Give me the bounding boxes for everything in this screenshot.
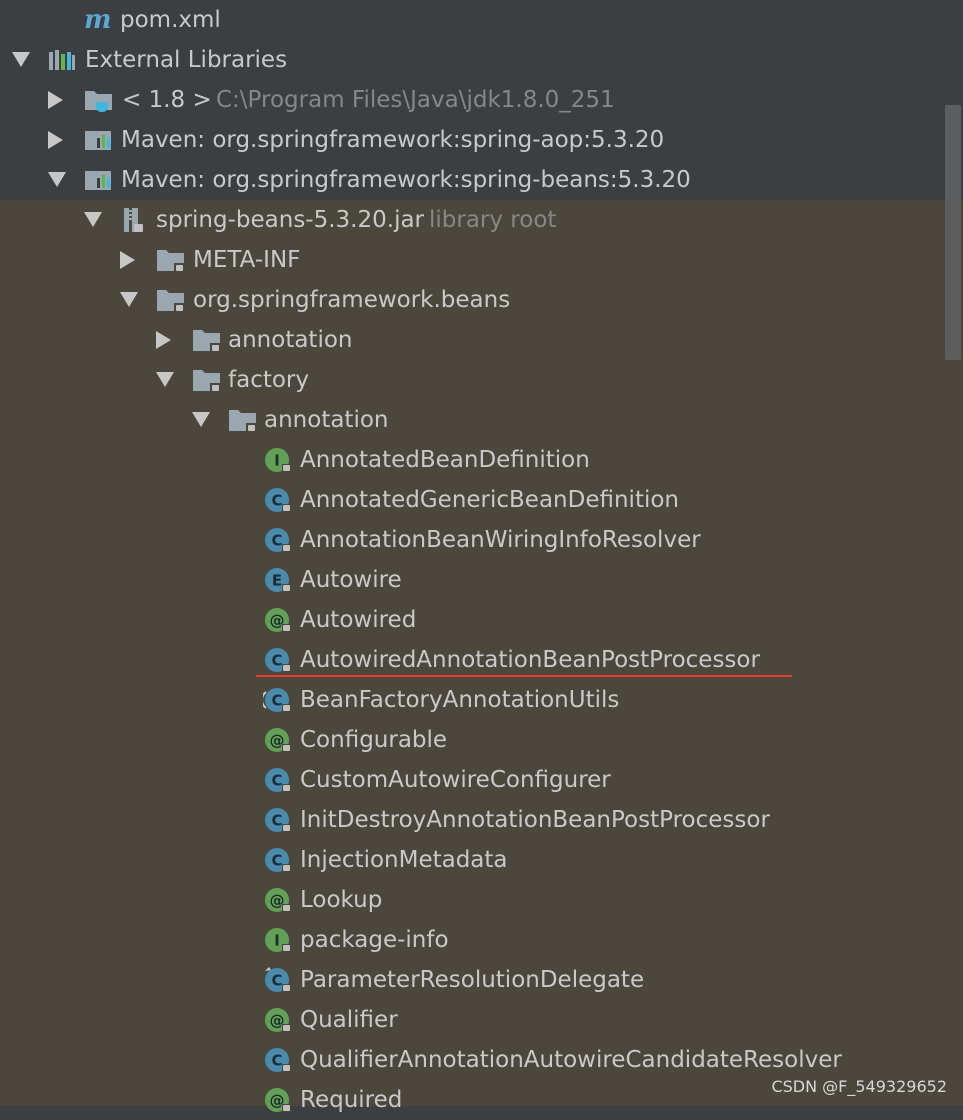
svg-text:C: C xyxy=(271,692,282,710)
svg-text:C: C xyxy=(271,972,282,990)
class-icon: C xyxy=(263,806,291,834)
final-class-icon: C xyxy=(263,966,291,994)
expand-toggle-icon[interactable] xyxy=(120,292,138,307)
tree-row-label: InitDestroyAnnotationBeanPostProcessor xyxy=(300,807,770,833)
expand-toggle-icon[interactable] xyxy=(48,91,63,109)
tree-row-label: AnnotatedGenericBeanDefinition xyxy=(300,487,680,513)
jar-archive-icon xyxy=(120,206,148,234)
libraries-icon xyxy=(48,46,76,74)
tree-row-label: package-info xyxy=(300,927,449,953)
tree-row-label: < 1.8 > xyxy=(122,87,212,113)
tree-row-label: annotation xyxy=(228,327,353,353)
expand-toggle-icon[interactable] xyxy=(156,331,171,349)
maven-library-icon xyxy=(84,166,112,194)
tree-row-label: External Libraries xyxy=(85,47,288,73)
vertical-scrollbar[interactable] xyxy=(945,105,961,360)
library-root-suffix: library root xyxy=(429,207,557,233)
annotation-icon: @ xyxy=(263,886,291,914)
tree-row-label: Lookup xyxy=(300,887,383,913)
tree-row-label: Autowire xyxy=(300,567,402,593)
annotation-icon: @ xyxy=(263,726,291,754)
annotation-icon: @ xyxy=(263,606,291,634)
expand-toggle-icon[interactable] xyxy=(156,372,174,387)
package-locked-icon xyxy=(156,286,184,314)
tree-row-label: AnnotationBeanWiringInfoResolver xyxy=(300,527,701,553)
tree-row-label: CustomAutowireConfigurer xyxy=(300,767,611,793)
svg-text:C: C xyxy=(271,772,282,790)
class-icon: C xyxy=(263,486,291,514)
tree-row-label: annotation xyxy=(264,407,389,433)
enum-icon: E xyxy=(263,566,291,594)
tree-row-label: pom.xml xyxy=(120,7,221,33)
interface-icon: I xyxy=(263,446,291,474)
tree-row-label: BeanFactoryAnnotationUtils xyxy=(300,687,620,713)
svg-text:C: C xyxy=(271,852,282,870)
package-locked-icon xyxy=(228,406,256,434)
tree-row-label: InjectionMetadata xyxy=(300,847,508,873)
tree-row-label: AnnotatedBeanDefinition xyxy=(300,447,590,473)
watermark-text: CSDN @F_549329652 xyxy=(771,1077,947,1096)
expand-toggle-icon[interactable] xyxy=(48,172,66,187)
tree-row-label: factory xyxy=(228,367,309,393)
annotation-icon: @ xyxy=(263,1006,291,1034)
expand-toggle-icon[interactable] xyxy=(84,212,102,227)
svg-text:E: E xyxy=(272,572,282,590)
tree-row-label: org.springframework.beans xyxy=(193,287,511,313)
svg-text:m: m xyxy=(84,6,112,34)
svg-text:C: C xyxy=(271,1052,282,1070)
tree-row-label: Configurable xyxy=(300,727,448,753)
tree-row-label: Autowired xyxy=(300,607,417,633)
svg-text:C: C xyxy=(271,652,282,670)
class-icon: C xyxy=(263,846,291,874)
tree-row-label: AutowiredAnnotationBeanPostProcessor xyxy=(300,647,760,673)
tree-row-label: ParameterResolutionDelegate xyxy=(300,967,645,993)
svg-text:I: I xyxy=(274,452,280,470)
package-locked-icon xyxy=(192,366,220,394)
jdk-folder-icon xyxy=(84,86,112,114)
tree-row-label: Qualifier xyxy=(300,1007,398,1033)
svg-text:C: C xyxy=(271,532,282,550)
svg-text:I: I xyxy=(274,932,280,950)
jdk-path-text: C:\Program Files\Java\jdk1.8.0_251 xyxy=(216,87,615,113)
tree-row-label: Maven: org.springframework:spring-aop:5.… xyxy=(121,127,665,153)
tree-row-label: QualifierAnnotationAutowireCandidateReso… xyxy=(300,1047,842,1073)
class-icon: C xyxy=(263,1046,291,1074)
class-icon: C xyxy=(263,646,291,674)
maven-file-icon: m xyxy=(84,5,112,35)
expand-toggle-icon[interactable] xyxy=(12,52,30,67)
svg-text:C: C xyxy=(271,812,282,830)
interface-icon: I xyxy=(263,926,291,954)
tree-row-label: Required xyxy=(300,1087,403,1113)
folder-locked-icon xyxy=(156,246,184,274)
tree-row-label: META-INF xyxy=(193,247,301,273)
maven-library-icon xyxy=(84,126,112,154)
abstract-class-icon: C xyxy=(261,686,291,714)
expand-toggle-icon[interactable] xyxy=(120,251,135,269)
class-icon: C xyxy=(263,526,291,554)
class-icon: C xyxy=(263,766,291,794)
tree-row-label: Maven: org.springframework:spring-beans:… xyxy=(121,167,691,193)
expand-toggle-icon[interactable] xyxy=(48,131,63,149)
expand-toggle-icon[interactable] xyxy=(192,412,210,427)
annotation-icon: @ xyxy=(263,1086,291,1114)
highlight-underline xyxy=(256,675,792,677)
tree-row-label: spring-beans-5.3.20.jar xyxy=(156,207,425,233)
svg-text:C: C xyxy=(271,492,282,510)
package-locked-icon xyxy=(192,326,220,354)
